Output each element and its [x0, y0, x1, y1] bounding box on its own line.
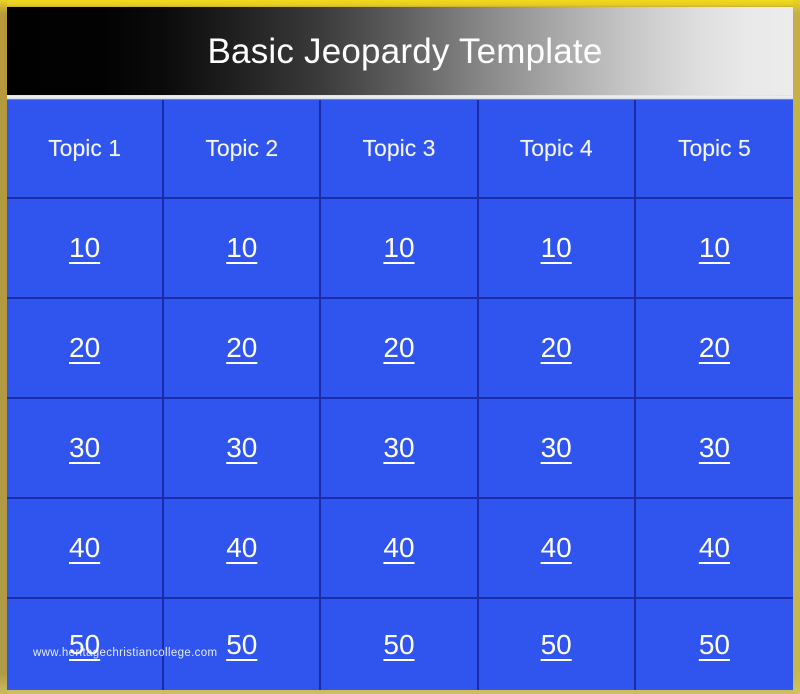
question-value-link[interactable]: 30	[541, 434, 572, 462]
question-value-link[interactable]: 20	[383, 334, 414, 362]
question-cell[interactable]: 40	[321, 499, 478, 599]
slide-frame: Basic Jeopardy Template Topic 1 Topic 2 …	[0, 0, 800, 694]
question-cell[interactable]: 50	[321, 599, 478, 690]
question-value-link[interactable]: 40	[699, 534, 730, 562]
question-value-link[interactable]: 20	[699, 334, 730, 362]
topic-header-cell-3: Topic 3	[321, 100, 478, 199]
question-cell[interactable]: 20	[321, 299, 478, 399]
question-cell[interactable]: 50	[164, 599, 321, 690]
question-value-link[interactable]: 40	[383, 534, 414, 562]
question-cell[interactable]: 50	[7, 599, 164, 690]
question-cell[interactable]: 50	[479, 599, 636, 690]
topic-label: Topic 3	[363, 137, 436, 160]
question-value-link[interactable]: 10	[541, 234, 572, 262]
question-cell[interactable]: 20	[479, 299, 636, 399]
question-value-link[interactable]: 40	[69, 534, 100, 562]
question-value-link[interactable]: 50	[541, 631, 572, 659]
question-value-link[interactable]: 10	[69, 234, 100, 262]
question-cell[interactable]: 10	[7, 199, 164, 299]
question-cell[interactable]: 40	[636, 499, 793, 599]
topic-header-cell-2: Topic 2	[164, 100, 321, 199]
topic-header-cell-5: Topic 5	[636, 100, 793, 199]
question-cell[interactable]: 40	[7, 499, 164, 599]
question-cell[interactable]: 10	[479, 199, 636, 299]
right-gold-border	[793, 0, 800, 694]
question-cell[interactable]: 20	[164, 299, 321, 399]
question-value-link[interactable]: 10	[383, 234, 414, 262]
question-value-link[interactable]: 30	[383, 434, 414, 462]
question-value-link[interactable]: 50	[69, 631, 100, 659]
question-value-link[interactable]: 40	[226, 534, 257, 562]
page-title: Basic Jeopardy Template	[197, 34, 602, 69]
question-cell[interactable]: 30	[321, 399, 478, 499]
topic-header-cell-1: Topic 1	[7, 100, 164, 199]
question-cell[interactable]: 30	[636, 399, 793, 499]
title-banner: Basic Jeopardy Template	[7, 7, 793, 95]
question-cell[interactable]: 40	[164, 499, 321, 599]
question-value-link[interactable]: 20	[226, 334, 257, 362]
topic-label: Topic 4	[520, 137, 593, 160]
question-value-link[interactable]: 20	[69, 334, 100, 362]
question-value-link[interactable]: 10	[699, 234, 730, 262]
question-cell[interactable]: 50	[636, 599, 793, 690]
question-cell[interactable]: 10	[164, 199, 321, 299]
question-cell[interactable]: 10	[321, 199, 478, 299]
jeopardy-board: Topic 1 Topic 2 Topic 3 Topic 4 Topic 5 …	[7, 100, 793, 690]
question-cell[interactable]: 20	[636, 299, 793, 399]
question-cell[interactable]: 10	[636, 199, 793, 299]
question-value-link[interactable]: 50	[699, 631, 730, 659]
question-value-link[interactable]: 40	[541, 534, 572, 562]
question-value-link[interactable]: 30	[699, 434, 730, 462]
question-cell[interactable]: 30	[479, 399, 636, 499]
left-gold-border	[0, 0, 7, 694]
question-value-link[interactable]: 30	[226, 434, 257, 462]
topic-header-cell-4: Topic 4	[479, 100, 636, 199]
question-value-link[interactable]: 30	[69, 434, 100, 462]
topic-label: Topic 1	[48, 137, 121, 160]
question-value-link[interactable]: 20	[541, 334, 572, 362]
slide-content: Basic Jeopardy Template Topic 1 Topic 2 …	[7, 7, 793, 690]
question-value-link[interactable]: 50	[226, 631, 257, 659]
question-cell[interactable]: 20	[7, 299, 164, 399]
question-cell[interactable]: 30	[7, 399, 164, 499]
question-value-link[interactable]: 10	[226, 234, 257, 262]
question-cell[interactable]: 40	[479, 499, 636, 599]
question-value-link[interactable]: 50	[383, 631, 414, 659]
question-cell[interactable]: 30	[164, 399, 321, 499]
topic-label: Topic 5	[678, 137, 751, 160]
topic-label: Topic 2	[205, 137, 278, 160]
